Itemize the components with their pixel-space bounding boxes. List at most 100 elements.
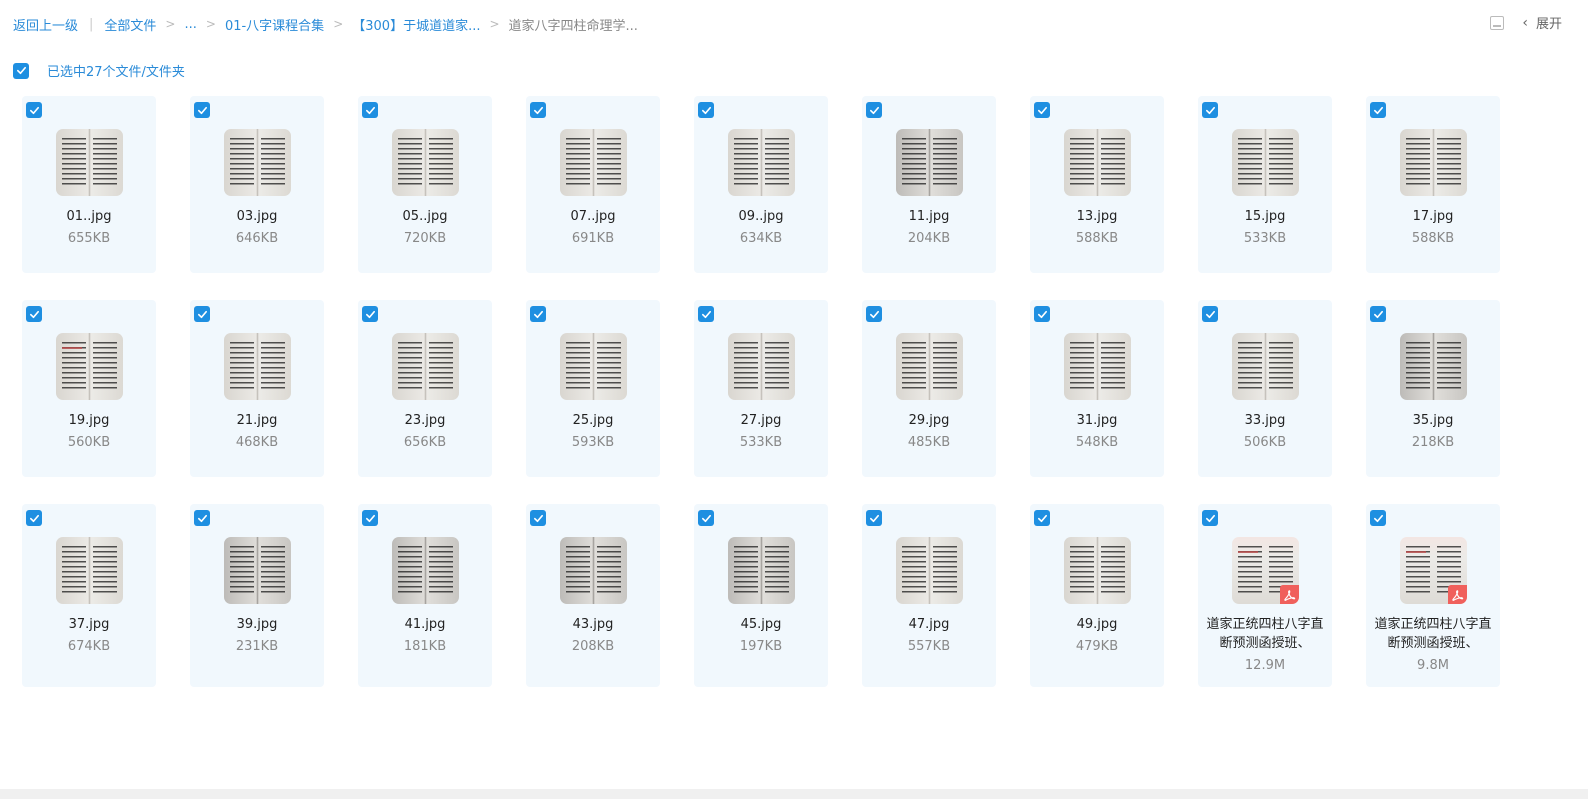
file-card[interactable]: 25.jpg 593KB bbox=[526, 300, 660, 477]
list-view-icon[interactable] bbox=[1490, 15, 1505, 30]
expand-button[interactable]: ‹ 展开 bbox=[1522, 13, 1562, 33]
file-checkbox[interactable] bbox=[1202, 510, 1218, 526]
file-card[interactable]: 01..jpg 655KB bbox=[22, 96, 156, 273]
file-size: 208KB bbox=[571, 639, 615, 654]
file-checkbox[interactable] bbox=[698, 510, 714, 526]
bottom-bar bbox=[0, 789, 1588, 799]
file-checkbox[interactable] bbox=[866, 510, 882, 526]
file-checkbox[interactable] bbox=[26, 102, 42, 118]
file-checkbox[interactable] bbox=[362, 510, 378, 526]
thumbnail-page-left bbox=[733, 546, 758, 595]
select-all-checkbox[interactable] bbox=[13, 62, 29, 79]
checkmark-icon bbox=[1373, 514, 1383, 522]
file-name: 道家正统四柱八字直断预测函授班、 bbox=[1206, 617, 1324, 651]
breadcrumb-ellipsis[interactable]: ... bbox=[184, 17, 196, 32]
file-card[interactable]: 道家正统四柱八字直断预测函授班、 9.8M bbox=[1366, 504, 1500, 687]
thumbnail-page-left bbox=[61, 138, 86, 187]
file-card[interactable]: 21.jpg 468KB bbox=[190, 300, 324, 477]
file-card[interactable]: 13.jpg 588KB bbox=[1030, 96, 1164, 273]
file-checkbox[interactable] bbox=[1202, 306, 1218, 322]
file-card[interactable]: 05..jpg 720KB bbox=[358, 96, 492, 273]
file-card[interactable]: 道家正统四柱八字直断预测函授班、 12.9M bbox=[1198, 504, 1332, 687]
file-card[interactable]: 35.jpg 218KB bbox=[1366, 300, 1500, 477]
file-checkbox[interactable] bbox=[698, 102, 714, 118]
file-checkbox[interactable] bbox=[26, 510, 42, 526]
file-card[interactable]: 43.jpg 208KB bbox=[526, 504, 660, 687]
file-checkbox[interactable] bbox=[194, 102, 210, 118]
thumbnail-page-right bbox=[428, 546, 453, 595]
file-checkbox[interactable] bbox=[530, 510, 546, 526]
checkmark-icon bbox=[197, 310, 207, 318]
file-card[interactable]: 41.jpg 181KB bbox=[358, 504, 492, 687]
file-card[interactable]: 33.jpg 506KB bbox=[1198, 300, 1332, 477]
breadcrumb-current: 道家八字四柱命理学... bbox=[508, 18, 638, 34]
thumbnail-page-right bbox=[932, 342, 957, 391]
file-checkbox[interactable] bbox=[1370, 306, 1386, 322]
file-name: 45.jpg bbox=[740, 617, 782, 632]
thumbnail-page-left bbox=[61, 342, 86, 391]
file-checkbox[interactable] bbox=[698, 306, 714, 322]
file-card[interactable]: 17.jpg 588KB bbox=[1366, 96, 1500, 273]
file-name: 49.jpg bbox=[1076, 617, 1118, 632]
breadcrumb-all-files[interactable]: 全部文件 bbox=[104, 15, 156, 34]
chevron-left-icon: ‹ bbox=[1522, 14, 1528, 31]
file-checkbox[interactable] bbox=[1034, 306, 1050, 322]
file-card[interactable]: 15.jpg 533KB bbox=[1198, 96, 1332, 273]
file-checkbox[interactable] bbox=[26, 306, 42, 322]
file-checkbox[interactable] bbox=[1034, 510, 1050, 526]
file-name: 13.jpg bbox=[1076, 209, 1118, 224]
back-link[interactable]: 返回上一级 bbox=[13, 15, 78, 34]
checkmark-icon bbox=[1373, 310, 1383, 318]
file-card[interactable]: 47.jpg 557KB bbox=[862, 504, 996, 687]
file-name: 47.jpg bbox=[908, 617, 950, 632]
file-name: 17.jpg bbox=[1412, 209, 1454, 224]
image-thumbnail bbox=[1063, 537, 1131, 604]
file-checkbox[interactable] bbox=[1370, 510, 1386, 526]
image-thumbnail bbox=[895, 537, 963, 604]
file-card[interactable]: 39.jpg 231KB bbox=[190, 504, 324, 687]
file-name: 31.jpg bbox=[1076, 413, 1118, 428]
file-card[interactable]: 45.jpg 197KB bbox=[694, 504, 828, 687]
pdf-icon bbox=[1279, 585, 1299, 604]
thumbnail-page-left bbox=[1237, 342, 1262, 391]
checkmark-icon bbox=[701, 310, 711, 318]
image-thumbnail bbox=[55, 537, 123, 604]
toolbar-right: ‹ 展开 bbox=[1490, 13, 1562, 32]
file-checkbox[interactable] bbox=[1202, 102, 1218, 118]
file-card[interactable]: 11.jpg 204KB bbox=[862, 96, 996, 273]
file-checkbox[interactable] bbox=[362, 306, 378, 322]
file-card[interactable]: 07..jpg 691KB bbox=[526, 96, 660, 273]
file-checkbox[interactable] bbox=[530, 102, 546, 118]
file-checkbox[interactable] bbox=[194, 306, 210, 322]
file-checkbox[interactable] bbox=[866, 306, 882, 322]
file-card[interactable]: 27.jpg 533KB bbox=[694, 300, 828, 477]
file-name: 05..jpg bbox=[402, 209, 448, 224]
file-checkbox[interactable] bbox=[194, 510, 210, 526]
file-checkbox[interactable] bbox=[866, 102, 882, 118]
file-size: 588KB bbox=[1075, 231, 1119, 246]
file-card[interactable]: 31.jpg 548KB bbox=[1030, 300, 1164, 477]
file-checkbox[interactable] bbox=[1034, 102, 1050, 118]
checkmark-icon bbox=[1205, 106, 1215, 114]
file-card[interactable]: 03.jpg 646KB bbox=[190, 96, 324, 273]
file-card[interactable]: 09..jpg 634KB bbox=[694, 96, 828, 273]
checkmark-icon bbox=[1037, 106, 1047, 114]
file-name: 道家正统四柱八字直断预测函授班、 bbox=[1374, 617, 1492, 651]
file-card[interactable]: 19.jpg 560KB bbox=[22, 300, 156, 477]
file-name: 03.jpg bbox=[236, 209, 278, 224]
breadcrumb-level1[interactable]: 01-八字课程合集 bbox=[225, 15, 324, 34]
breadcrumb-separator: > bbox=[205, 17, 216, 31]
breadcrumb-level2[interactable]: 【300】于城道道家... bbox=[352, 15, 480, 34]
thumbnail-page-right bbox=[1100, 546, 1125, 595]
file-card[interactable]: 37.jpg 674KB bbox=[22, 504, 156, 687]
checkmark-icon bbox=[1205, 514, 1215, 522]
file-card[interactable]: 49.jpg 479KB bbox=[1030, 504, 1164, 687]
file-checkbox[interactable] bbox=[530, 306, 546, 322]
file-card[interactable]: 23.jpg 656KB bbox=[358, 300, 492, 477]
thumbnail-page-left bbox=[565, 138, 590, 187]
file-checkbox[interactable] bbox=[1370, 102, 1386, 118]
expand-label: 展开 bbox=[1535, 17, 1562, 32]
file-card[interactable]: 29.jpg 485KB bbox=[862, 300, 996, 477]
thumbnail-page-right bbox=[92, 138, 117, 187]
file-checkbox[interactable] bbox=[362, 102, 378, 118]
